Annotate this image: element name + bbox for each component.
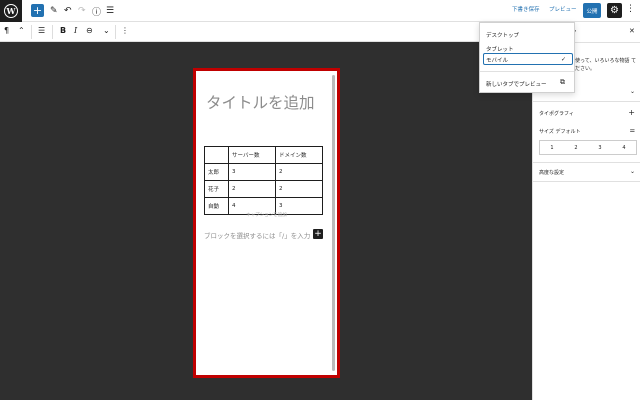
preview-tablet-option[interactable]: タブレット xyxy=(486,45,514,53)
size-option[interactable]: 1 xyxy=(550,145,553,151)
chevron-down-icon: ⌄ xyxy=(629,168,635,175)
font-size-row: サイズ デフォルト ⚌ xyxy=(539,127,637,135)
details-info-icon[interactable]: ⓘ xyxy=(92,4,101,18)
table-cell[interactable]: 太郎 xyxy=(204,163,229,181)
close-icon[interactable]: ✕ xyxy=(629,27,635,35)
table-cell[interactable]: サーバー数 xyxy=(228,146,276,164)
chevron-down-icon: ⌄ xyxy=(629,88,635,95)
italic-icon[interactable]: I xyxy=(74,26,77,35)
block-options-icon[interactable]: ⋮ xyxy=(121,26,129,35)
external-link-icon: ⧉ xyxy=(560,78,565,86)
font-size-picker[interactable]: 1 2 3 4 xyxy=(539,140,637,155)
editor-top-bar: W + ✎ ↶ ↷ ⓘ ☰ 下書き保存 プレビュー 公開 ⚙ ⋮ xyxy=(0,0,640,22)
settings-gear-icon[interactable]: ⚙ xyxy=(607,3,622,18)
mobile-preview-frame: タイトルを追加 サーバー数 ドメイン数 太郎 3 2 花子 2 2 自動 4 3… xyxy=(193,68,340,378)
preview-new-tab-option[interactable]: 新しいタブでプレビュー xyxy=(486,80,547,88)
link-icon[interactable]: ⊖ xyxy=(86,26,93,35)
preview-mobile-option[interactable]: モバイル xyxy=(486,56,508,64)
preview-button[interactable]: プレビュー xyxy=(549,5,577,13)
save-draft-button[interactable]: 下書き保存 xyxy=(512,5,540,13)
preview-menu: デスクトップ タブレット モバイル ✓ 新しいタブでプレビュー ⧉ xyxy=(479,22,575,93)
divider xyxy=(533,101,640,102)
sliders-icon[interactable]: ⚌ xyxy=(630,127,635,134)
preview-scrollbar[interactable] xyxy=(332,75,335,371)
table-cell[interactable] xyxy=(204,146,229,164)
table-cell[interactable]: 花子 xyxy=(204,180,229,198)
divider xyxy=(533,162,640,163)
toolbar-divider xyxy=(31,25,32,39)
table-row: 花子 2 2 xyxy=(204,180,323,198)
block-toolbar: ¶ ⌃ ☰ B I ⊖ ⌄ ⋮ xyxy=(0,22,532,42)
table-cell[interactable]: ドメイン数 xyxy=(275,146,323,164)
advanced-label: 高度な設定 xyxy=(539,170,565,176)
drag-handle-icon[interactable]: ⌃ xyxy=(18,26,25,35)
chevron-down-icon[interactable]: ⌄ xyxy=(103,26,110,35)
edit-pencil-icon[interactable]: ✎ xyxy=(50,4,58,18)
typography-label: タイポグラフィ xyxy=(539,111,574,117)
toolbar-divider xyxy=(115,25,116,39)
publish-button[interactable]: 公開 xyxy=(583,3,601,18)
size-option[interactable]: 4 xyxy=(622,145,625,151)
align-icon[interactable]: ☰ xyxy=(38,26,45,35)
wordpress-logo[interactable]: W xyxy=(0,0,22,22)
paragraph-icon[interactable]: ¶ xyxy=(4,26,9,35)
table-row: 太郎 3 2 xyxy=(204,163,323,181)
preview-desktop-option[interactable]: デスクトップ xyxy=(486,31,519,39)
block-placeholder[interactable]: ブロックを選択するには「/」を入力 xyxy=(204,230,310,240)
more-options-icon[interactable]: ⋮ xyxy=(626,4,635,14)
bold-icon[interactable]: B xyxy=(60,26,66,35)
size-option[interactable]: 3 xyxy=(598,145,601,151)
check-icon: ✓ xyxy=(561,56,567,63)
inline-add-block-button[interactable]: + xyxy=(313,229,323,239)
table-row: サーバー数 ドメイン数 xyxy=(204,146,323,164)
table-cell[interactable]: 2 xyxy=(228,180,276,198)
block-inserter-button[interactable]: + xyxy=(31,4,44,17)
table-cell[interactable]: 3 xyxy=(228,163,276,181)
table-caption-input[interactable]: キャプションを追加 xyxy=(196,212,337,218)
data-table[interactable]: サーバー数 ドメイン数 太郎 3 2 花子 2 2 自動 4 3 xyxy=(204,146,323,215)
divider xyxy=(533,181,640,182)
toolbar-divider xyxy=(52,25,53,39)
table-cell[interactable]: 2 xyxy=(275,163,323,181)
divider xyxy=(480,71,574,72)
panel-typography[interactable]: タイポグラフィ + xyxy=(539,108,637,117)
post-title-input[interactable]: タイトルを追加 xyxy=(206,93,316,113)
panel-advanced[interactable]: 高度な設定 ⌄ xyxy=(539,168,637,176)
list-view-icon[interactable]: ☰ xyxy=(106,4,114,18)
undo-icon[interactable]: ↶ xyxy=(64,4,72,18)
size-option[interactable]: 2 xyxy=(574,145,577,151)
plus-icon: + xyxy=(628,108,635,117)
wordpress-icon: W xyxy=(4,4,18,18)
redo-icon[interactable]: ↷ xyxy=(78,4,86,18)
size-label: サイズ デフォルト xyxy=(539,129,581,135)
table-cell[interactable]: 2 xyxy=(275,180,323,198)
block-description: を使って、いろいろな物語 てください。 xyxy=(570,58,637,72)
